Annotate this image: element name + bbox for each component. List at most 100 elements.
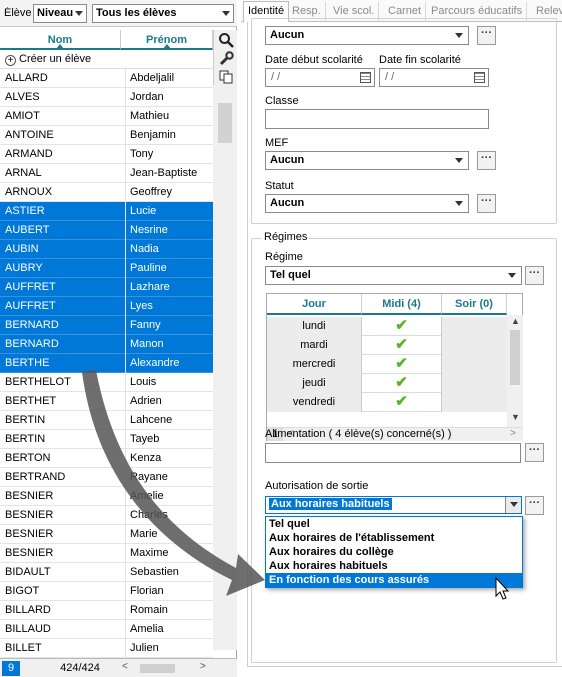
option-horaires-college[interactable]: Aux horaires du collège xyxy=(266,545,522,559)
table-row[interactable]: BESNIER Amelie xyxy=(0,487,213,506)
table-row[interactable]: AMIOT Mathieu xyxy=(0,107,213,126)
table-row[interactable]: BILLARD Romain xyxy=(0,601,213,620)
regime-select[interactable]: Tel quel xyxy=(265,266,522,285)
student-prenom: Maxime xyxy=(125,544,213,563)
table-row[interactable]: AUBRY Pauline xyxy=(0,259,213,278)
sortie-more-button[interactable]: ··· xyxy=(525,496,544,515)
table-row[interactable]: AUBERT Nesrine xyxy=(0,221,213,240)
mef-select[interactable]: Aucun xyxy=(265,151,469,170)
check-icon[interactable]: ✔ xyxy=(362,355,442,374)
classe-label: Classe xyxy=(265,95,299,107)
student-nom: ANTOINE xyxy=(5,129,54,141)
sortie-select[interactable]: Aux horaires habituels xyxy=(265,496,522,514)
table-row[interactable]: BERTHET Adrien xyxy=(0,392,213,411)
check-icon[interactable]: ✔ xyxy=(362,317,442,336)
scroll-right-icon[interactable]: > xyxy=(200,661,206,672)
check-icon[interactable]: ✔ xyxy=(362,374,442,393)
table-row[interactable]: BILLET Julien xyxy=(0,639,213,658)
column-header-nom[interactable]: Nom xyxy=(0,30,121,50)
option-horaires-habituels[interactable]: Aux horaires habituels xyxy=(266,559,522,573)
grid-row: mardi ✔ xyxy=(267,336,507,355)
sortie-dropdown-button[interactable] xyxy=(505,497,521,513)
grid-header-soir[interactable]: Soir (0) xyxy=(442,294,507,315)
scroll-down-icon[interactable]: ▼ xyxy=(511,412,520,422)
regime-more-button[interactable]: ··· xyxy=(525,266,544,285)
create-student-button[interactable]: + Créer un élève xyxy=(0,50,213,69)
grid-soir-cell[interactable] xyxy=(442,393,507,412)
alimentation-input[interactable] xyxy=(265,443,521,463)
table-row[interactable]: BERNARD Manon xyxy=(0,335,213,354)
wrench-icon[interactable] xyxy=(217,51,235,67)
grid-soir-cell[interactable] xyxy=(442,317,507,336)
table-row[interactable]: AUFFRET Lyes xyxy=(0,297,213,316)
table-row[interactable]: BILLAUD Amelia xyxy=(0,620,213,639)
table-row[interactable]: AUBIN Nadia xyxy=(0,240,213,259)
table-row[interactable]: BERTIN Lahcene xyxy=(0,411,213,430)
table-row[interactable]: BIGOT Florian xyxy=(0,582,213,601)
table-row[interactable]: BERTRAND Rayane xyxy=(0,468,213,487)
grid-day-cell: lundi xyxy=(267,317,362,336)
table-row[interactable]: ARNOUX Geoffrey xyxy=(0,183,213,202)
statut-more-button[interactable]: ··· xyxy=(477,194,496,213)
alimentation-more-button[interactable]: ··· xyxy=(525,443,544,462)
chevron-down-icon xyxy=(455,201,463,206)
option-cours-assures[interactable]: En fonction des cours assurés xyxy=(266,573,522,587)
table-row[interactable]: ARNAL Jean-Baptiste xyxy=(0,164,213,183)
table-row[interactable]: ARMAND Tony xyxy=(0,145,213,164)
table-row[interactable]: BESNIER Marie xyxy=(0,525,213,544)
table-row[interactable]: BERNARD Fanny xyxy=(0,316,213,335)
grid-soir-cell[interactable] xyxy=(442,374,507,393)
students-select[interactable]: Tous les élèves xyxy=(92,4,234,23)
table-row[interactable]: AUFFRET Lazhare xyxy=(0,278,213,297)
grid-soir-cell[interactable] xyxy=(442,355,507,374)
table-row[interactable]: ALLARD Abdeljalil xyxy=(0,69,213,88)
check-icon[interactable]: ✔ xyxy=(362,336,442,355)
statut-select[interactable]: Aucun xyxy=(265,194,469,213)
top-combo[interactable]: Aucun xyxy=(265,26,469,45)
scrollbar-thumb[interactable] xyxy=(218,103,232,143)
table-row[interactable]: BESNIER Maxime xyxy=(0,544,213,563)
classe-input[interactable] xyxy=(265,109,489,129)
column-header-prenom[interactable]: Prénom xyxy=(121,30,213,50)
option-tel-quel[interactable]: Tel quel xyxy=(266,517,522,531)
check-icon[interactable]: ✔ xyxy=(362,393,442,412)
grid-vertical-scrollbar[interactable]: ▲ ▼ xyxy=(507,315,523,427)
search-icon[interactable] xyxy=(217,32,235,48)
level-select[interactable]: Niveau xyxy=(33,4,87,23)
date-debut-field[interactable]: / / xyxy=(265,68,375,87)
table-row[interactable]: BESNIER Charles xyxy=(0,506,213,525)
option-horaires-etablissement[interactable]: Aux horaires de l'établissement xyxy=(266,531,522,545)
scroll-right-icon[interactable]: > xyxy=(510,428,516,439)
scrollbar-thumb[interactable] xyxy=(140,664,175,673)
scrollbar-thumb[interactable] xyxy=(510,330,520,385)
table-row[interactable]: BERTHE Alexandre xyxy=(0,354,213,373)
mef-more-button[interactable]: ··· xyxy=(477,151,496,170)
table-row[interactable]: ALVES Jordan xyxy=(0,88,213,107)
table-row[interactable]: BERTIN Tayeb xyxy=(0,430,213,449)
scroll-left-icon[interactable]: < xyxy=(122,661,128,672)
student-nom: AUBRY xyxy=(5,262,43,274)
table-row[interactable]: ANTOINE Benjamin xyxy=(0,126,213,145)
grid-soir-cell[interactable] xyxy=(442,336,507,355)
sortie-label: Autorisation de sortie xyxy=(265,480,369,492)
table-row[interactable]: BERTON Kenza xyxy=(0,449,213,468)
grid-day-cell: jeudi xyxy=(267,374,362,393)
student-prenom: Amelie xyxy=(125,487,213,506)
list-vertical-scrollbar[interactable] xyxy=(213,85,237,650)
grid-header-jour[interactable]: Jour xyxy=(267,294,362,315)
calendar-icon[interactable] xyxy=(474,72,485,83)
student-prenom: Amelia xyxy=(125,620,213,639)
calendar-icon[interactable] xyxy=(360,72,371,83)
chevron-down-icon xyxy=(510,502,518,507)
scroll-up-icon[interactable]: ▲ xyxy=(511,316,520,326)
student-prenom: Fanny xyxy=(125,316,213,335)
grid-row: mercredi ✔ xyxy=(267,355,507,374)
table-row[interactable]: BERTHELOT Louis xyxy=(0,373,213,392)
copy-icon[interactable] xyxy=(217,69,235,85)
grid-header-midi[interactable]: Midi (4) xyxy=(362,294,442,315)
list-horizontal-scrollbar[interactable]: < > xyxy=(120,661,215,676)
more-button[interactable]: ··· xyxy=(477,26,496,45)
date-fin-field[interactable]: / / xyxy=(379,68,489,87)
table-row[interactable]: BIDAULT Sebastien xyxy=(0,563,213,582)
table-row[interactable]: ASTIER Lucie xyxy=(0,202,213,221)
